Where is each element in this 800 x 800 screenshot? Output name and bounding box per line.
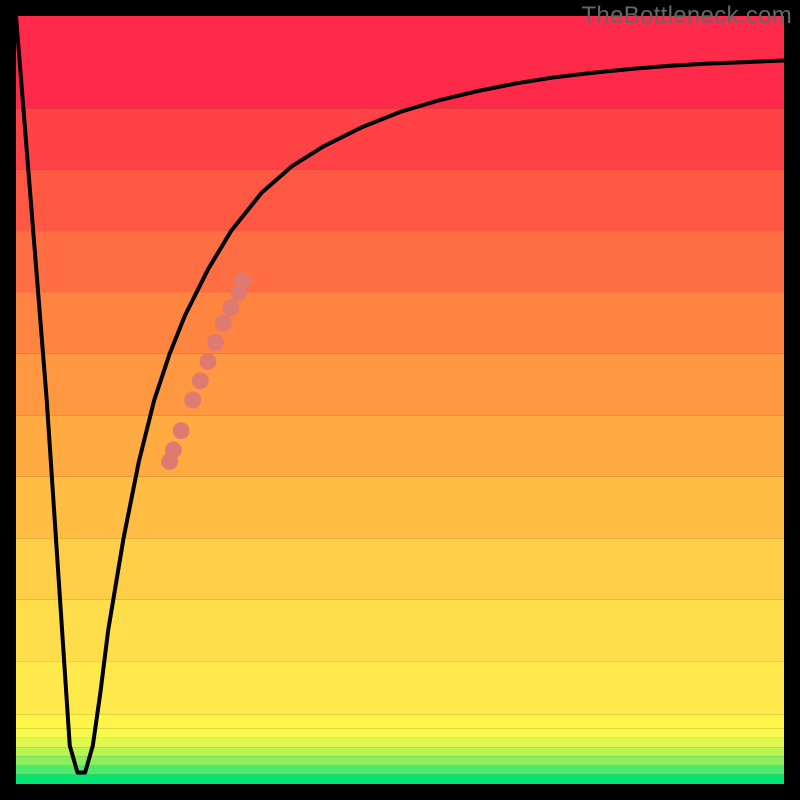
plot-area <box>16 16 784 784</box>
chart-frame: TheBottleneck.com <box>0 0 800 800</box>
gradient-band <box>16 756 784 765</box>
data-point <box>234 273 251 290</box>
gradient-band <box>16 538 784 599</box>
gradient-band <box>16 292 784 353</box>
gradient-band <box>16 766 784 775</box>
gradient-band <box>16 661 784 715</box>
gradient-band <box>16 747 784 756</box>
gradient-band <box>16 415 784 476</box>
gradient-band <box>16 600 784 661</box>
gradient-band <box>16 738 784 747</box>
bottleneck-chart <box>16 16 784 784</box>
gradient-band <box>16 715 784 729</box>
gradient-band <box>16 231 784 292</box>
gradient-band <box>16 170 784 231</box>
data-point <box>165 441 182 458</box>
gradient-band <box>16 108 784 169</box>
data-point <box>173 422 190 439</box>
data-point <box>200 353 217 370</box>
data-point <box>223 299 240 316</box>
gradient-band <box>16 354 784 415</box>
credit-label: TheBottleneck.com <box>581 2 792 30</box>
data-point <box>192 372 209 389</box>
data-point <box>184 392 201 409</box>
data-point <box>207 334 224 351</box>
gradient-band <box>16 775 784 784</box>
data-point <box>215 315 232 332</box>
gradient-band <box>16 729 784 738</box>
